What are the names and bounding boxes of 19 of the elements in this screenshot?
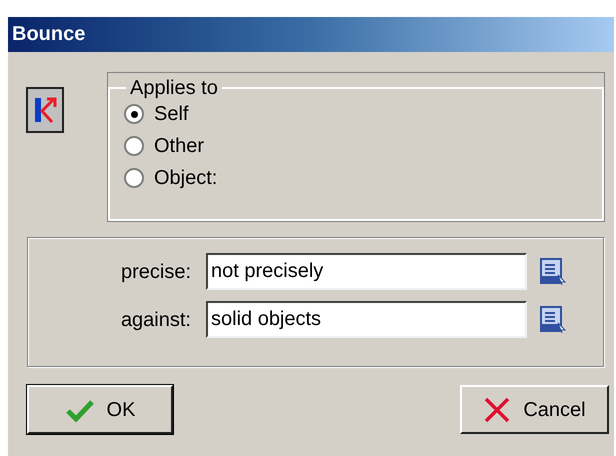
action-icon xyxy=(26,87,64,133)
radio-button[interactable] xyxy=(124,104,144,124)
radio-button[interactable] xyxy=(124,168,144,188)
group-label: Applies to xyxy=(129,76,219,101)
field-label: against: xyxy=(120,308,192,332)
input-field[interactable]: not precisely xyxy=(206,253,527,290)
cancel-button[interactable]: Cancel xyxy=(460,385,609,434)
radio-button[interactable] xyxy=(124,136,144,156)
checkmark-icon xyxy=(64,398,95,422)
radio-label[interactable]: Other xyxy=(154,133,204,159)
list-picker-icon[interactable] xyxy=(540,258,566,286)
window-title: Bounce xyxy=(8,17,614,52)
radio-label[interactable]: Self xyxy=(154,101,188,127)
radio-label[interactable]: Object: xyxy=(154,165,218,191)
ok-button[interactable]: OK xyxy=(27,385,173,434)
field-label: precise: xyxy=(120,260,192,284)
cross-icon xyxy=(483,396,512,424)
list-picker-icon[interactable] xyxy=(540,306,566,334)
input-field[interactable]: solid objects xyxy=(206,301,527,338)
